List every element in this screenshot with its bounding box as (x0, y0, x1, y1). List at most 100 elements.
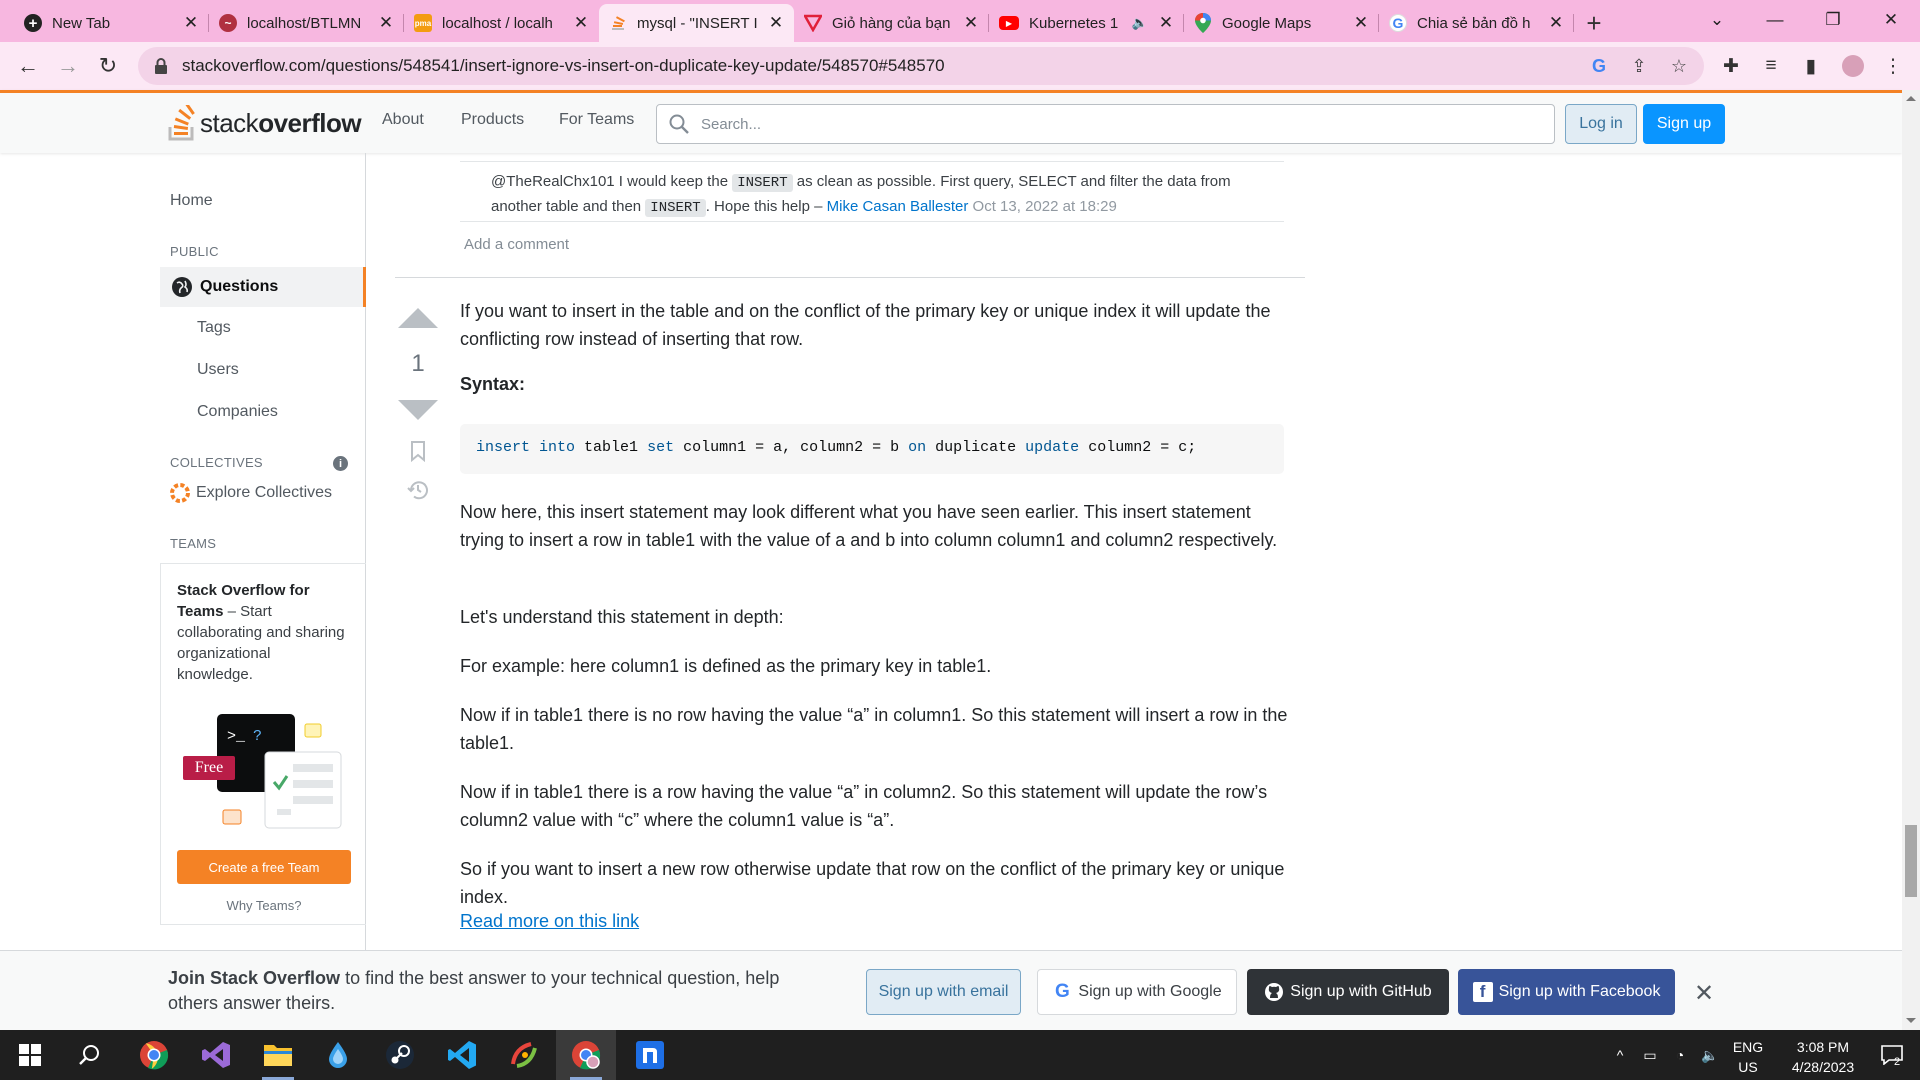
browser-tab[interactable]: Google Maps ✕ (1184, 4, 1379, 42)
new-tab-button[interactable]: + (1574, 4, 1614, 42)
search-input[interactable]: Search... (656, 104, 1555, 144)
media-control-icon[interactable]: ≡ (1758, 53, 1784, 79)
downvote-button[interactable] (398, 400, 438, 420)
scroll-down-arrow[interactable] (1906, 1018, 1916, 1023)
sidebar-item-explore-collectives[interactable]: Explore Collectives (170, 483, 332, 503)
system-clock[interactable]: 3:08 PM 4/28/2023 (1774, 1037, 1872, 1077)
comment-date[interactable]: Oct 13, 2022 at 18:29 (973, 198, 1117, 215)
close-tab-icon[interactable]: ✕ (963, 13, 979, 33)
n-app-icon (636, 1041, 664, 1069)
signup-google-button[interactable]: G Sign up with Google (1037, 969, 1237, 1015)
taskbar-app[interactable] (370, 1030, 430, 1080)
banner-title: Join Stack Overflow (168, 968, 341, 988)
stackoverflow-icon (609, 14, 627, 32)
taskbar-app[interactable] (494, 1030, 554, 1080)
volume-icon[interactable]: 🔈 (1696, 1030, 1724, 1080)
taskbar-search[interactable] (60, 1030, 120, 1080)
upvote-button[interactable] (398, 308, 438, 328)
info-icon[interactable]: i (333, 456, 348, 471)
wifi-icon[interactable]: ◔ (1666, 1030, 1694, 1080)
chrome-icon (140, 1041, 169, 1070)
why-teams-link[interactable]: Why Teams? (161, 898, 367, 913)
close-icon[interactable]: ✕ (1694, 979, 1714, 1008)
battery-icon[interactable]: ▭ (1636, 1030, 1664, 1080)
address-bar[interactable]: stackoverflow.com/questions/548541/inser… (138, 47, 1704, 85)
bookmark-icon[interactable] (410, 440, 426, 462)
extensions-icon[interactable]: ✚ (1718, 53, 1744, 79)
logo-text: stack (200, 107, 259, 138)
sidebar-item-home[interactable]: Home (170, 192, 213, 210)
google-icon: G (1055, 981, 1070, 1002)
minimize-icon[interactable]: — (1746, 0, 1804, 40)
signup-email-button[interactable]: Sign up with email (866, 969, 1021, 1015)
close-tab-icon[interactable]: ✕ (1353, 13, 1369, 33)
close-window-icon[interactable]: ✕ (1862, 0, 1920, 40)
google-lens-icon[interactable]: G (1588, 55, 1610, 77)
browser-tab[interactable]: pma localhost / localh ✕ (404, 4, 599, 42)
signup-github-button[interactable]: Sign up with GitHub (1247, 969, 1449, 1015)
taskbar-app[interactable] (248, 1030, 308, 1080)
profile-avatar-icon[interactable] (1840, 53, 1866, 79)
speaker-icon[interactable]: 🔈 (1132, 15, 1148, 31)
language-indicator[interactable]: ENG US (1728, 1037, 1768, 1077)
share-icon[interactable]: ⇪ (1628, 55, 1650, 77)
create-team-button[interactable]: Create a free Team (177, 850, 351, 884)
reload-icon[interactable]: ↻ (88, 46, 128, 86)
start-button[interactable] (0, 1030, 60, 1080)
read-more-link[interactable]: Read more on this link (460, 911, 639, 932)
taskbar-app[interactable] (124, 1030, 184, 1080)
side-panel-icon[interactable]: ▮ (1798, 53, 1824, 79)
notifications-icon[interactable]: 2 (1872, 1030, 1912, 1080)
lock-icon[interactable] (154, 58, 168, 74)
sidebar-item-questions[interactable]: Questions (160, 267, 366, 307)
browser-tab[interactable]: Giỏ hàng của bạn ✕ (794, 4, 989, 42)
bookmark-star-icon[interactable]: ☆ (1668, 55, 1690, 77)
login-button[interactable]: Log in (1565, 104, 1637, 144)
sidebar-item-companies[interactable]: Companies (197, 403, 278, 421)
answer-paragraph: If you want to insert in the table and o… (460, 301, 1271, 349)
code-token: duplicate (926, 439, 1026, 456)
tab-search-icon[interactable]: ⌄ (1688, 0, 1746, 40)
signup-button[interactable]: Sign up (1643, 104, 1725, 144)
close-tab-icon[interactable]: ✕ (378, 13, 394, 33)
taskbar-app[interactable] (186, 1030, 246, 1080)
page-scrollbar[interactable] (1902, 90, 1920, 1030)
browser-tab[interactable]: ~ localhost/BTLMN ✕ (209, 4, 404, 42)
taskbar-app[interactable] (620, 1030, 680, 1080)
sidebar-item-label: Questions (200, 278, 279, 295)
sidebar-item-users[interactable]: Users (197, 361, 239, 379)
show-hidden-icons[interactable]: ^ (1606, 1030, 1634, 1080)
back-icon[interactable]: ← (8, 46, 48, 86)
so-topbar: stackoverflow About Products For Teams S… (0, 90, 1902, 153)
close-tab-icon[interactable]: ✕ (1158, 13, 1174, 33)
restore-icon[interactable]: ❐ (1804, 0, 1862, 40)
close-tab-icon[interactable]: ✕ (1548, 13, 1564, 33)
forward-icon[interactable]: → (48, 46, 88, 86)
close-tab-icon[interactable]: ✕ (183, 13, 199, 33)
taskbar-app[interactable] (432, 1030, 492, 1080)
browser-menu-icon[interactable]: ⋮ (1880, 53, 1906, 79)
taskbar-app-active[interactable] (556, 1030, 616, 1080)
add-comment-link[interactable]: Add a comment (464, 236, 569, 253)
vscode-icon (448, 1041, 476, 1069)
signup-facebook-button[interactable]: f Sign up with Facebook (1458, 969, 1675, 1015)
comment-author-link[interactable]: Mike Casan Ballester (827, 198, 969, 215)
browser-tab[interactable]: G Chia sẻ bản đồ h ✕ (1379, 4, 1574, 42)
history-icon[interactable] (406, 478, 430, 502)
close-tab-icon[interactable]: ✕ (573, 13, 589, 33)
close-tab-icon[interactable]: ✕ (768, 13, 784, 33)
browser-tab-active[interactable]: mysql - "INSERT I ✕ (599, 4, 794, 42)
nav-about[interactable]: About (382, 111, 424, 129)
clock-time: 3:08 PM (1796, 1039, 1850, 1055)
button-label: Sign up with GitHub (1290, 983, 1432, 1000)
so-logo[interactable]: stackoverflow (168, 103, 362, 143)
code-token: column1 = a, column2 = b (674, 439, 909, 456)
scroll-thumb[interactable] (1905, 825, 1917, 897)
sidebar-item-tags[interactable]: Tags (197, 319, 231, 337)
scroll-up-arrow[interactable] (1906, 96, 1916, 101)
nav-for-teams[interactable]: For Teams (559, 111, 634, 129)
taskbar-app[interactable] (308, 1030, 368, 1080)
browser-tab[interactable]: ▶ Kubernetes 1 🔈 ✕ (989, 4, 1184, 42)
nav-products[interactable]: Products (461, 111, 524, 129)
browser-tab[interactable]: + New Tab ✕ (14, 4, 209, 42)
